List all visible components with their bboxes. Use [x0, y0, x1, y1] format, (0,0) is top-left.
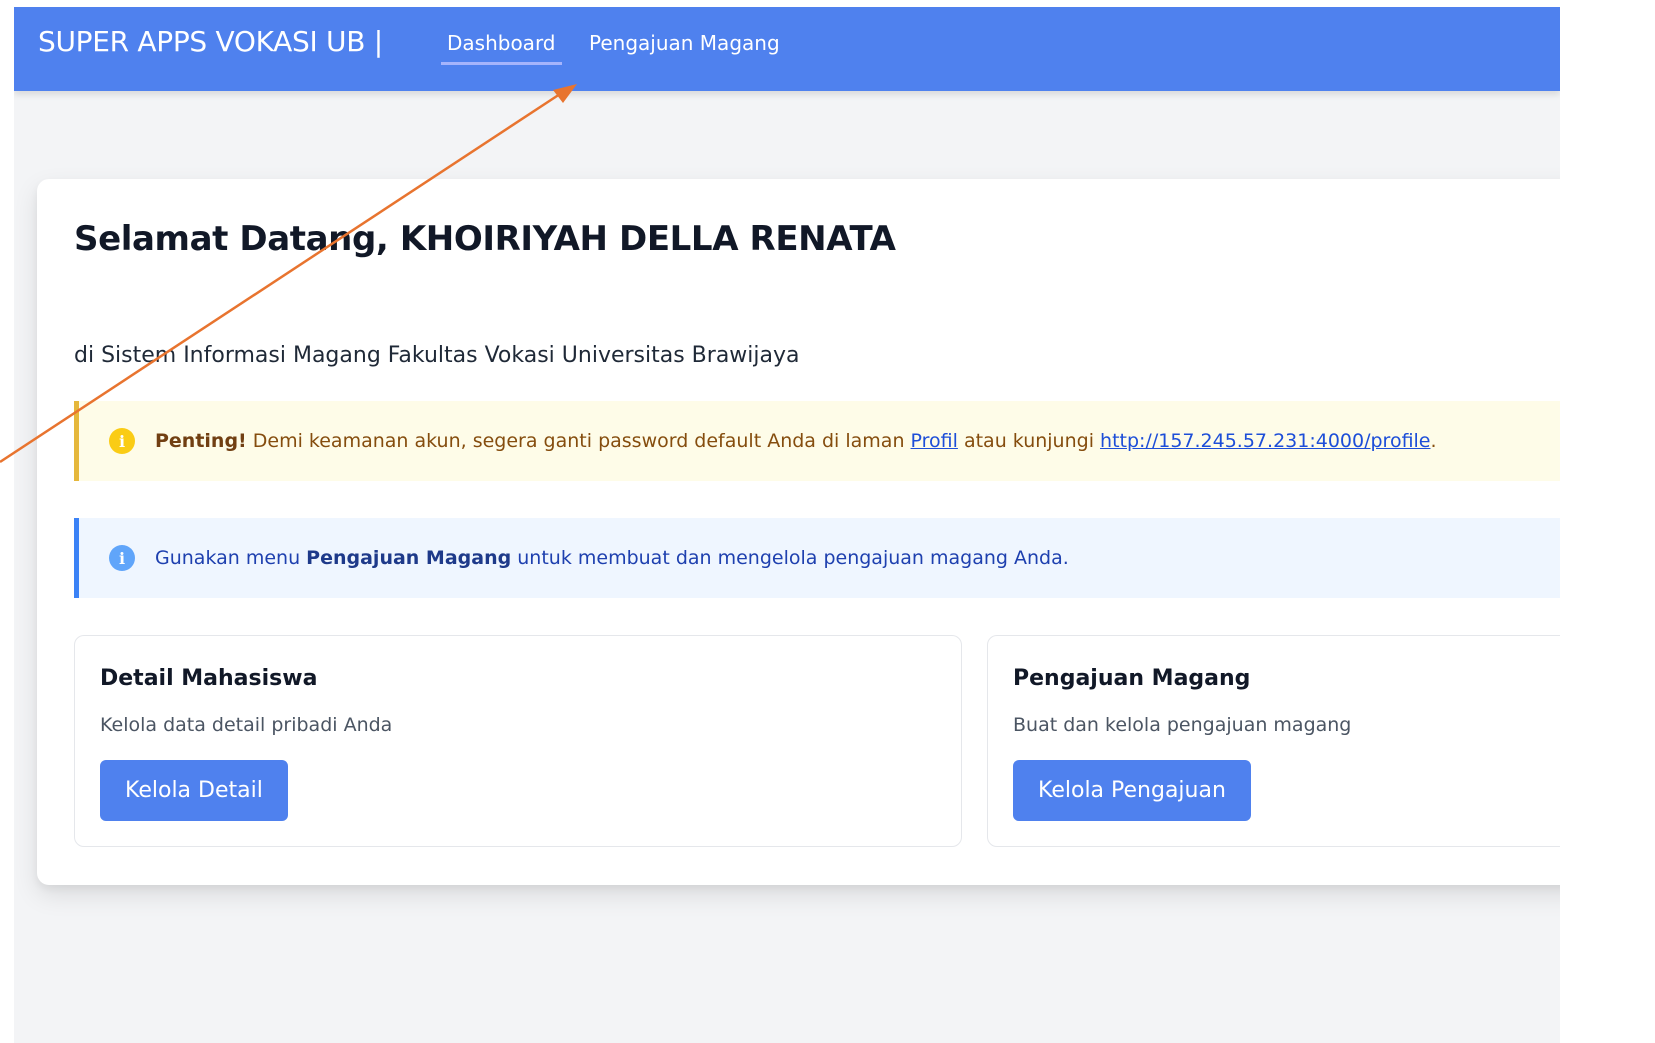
- info-strong: Pengajuan Magang: [306, 547, 512, 569]
- welcome-heading: Selamat Datang, KHOIRIYAH DELLA RENATA: [74, 219, 896, 259]
- nav-dashboard-link[interactable]: Dashboard: [441, 31, 562, 65]
- profile-link[interactable]: Profil: [911, 430, 958, 452]
- detail-mahasiswa-description: Kelola data detail pribadi Anda: [100, 714, 393, 736]
- pengajuan-magang-description: Buat dan kelola pengajuan magang: [1013, 714, 1352, 736]
- warning-text-before: Demi keamanan akun, segera ganti passwor…: [246, 430, 911, 452]
- pengajuan-magang-title: Pengajuan Magang: [1013, 666, 1251, 691]
- password-warning-alert: i Penting! Demi keamanan akun, segera ga…: [74, 401, 1560, 481]
- warning-strong: Penting!: [155, 430, 247, 452]
- top-navbar: SUPER APPS VOKASI UB | Dashboard Pengaju…: [14, 7, 1560, 91]
- warning-info-icon: i: [109, 428, 135, 454]
- warning-text: Penting! Demi keamanan akun, segera gant…: [155, 430, 1437, 452]
- kelola-detail-button[interactable]: Kelola Detail: [100, 760, 288, 821]
- info-text-before: Gunakan menu: [155, 547, 307, 569]
- welcome-card: Selamat Datang, KHOIRIYAH DELLA RENATA d…: [37, 179, 1560, 885]
- warning-text-after: .: [1430, 430, 1437, 452]
- nav-pengajuan-magang-link[interactable]: Pengajuan Magang: [589, 31, 780, 62]
- welcome-subtitle: di Sistem Informasi Magang Fakultas Voka…: [74, 343, 800, 368]
- info-circle-icon: i: [109, 545, 135, 571]
- usage-info-alert: i Gunakan menu Pengajuan Magang untuk me…: [74, 518, 1560, 598]
- brand-title: SUPER APPS VOKASI UB |: [38, 25, 383, 58]
- profile-url-link[interactable]: http://157.245.57.231:4000/profile: [1100, 430, 1430, 452]
- detail-mahasiswa-card: Detail Mahasiswa Kelola data detail prib…: [74, 635, 962, 847]
- app-window: SUPER APPS VOKASI UB | Dashboard Pengaju…: [14, 7, 1560, 1043]
- info-text: Gunakan menu Pengajuan Magang untuk memb…: [155, 547, 1069, 569]
- detail-mahasiswa-title: Detail Mahasiswa: [100, 666, 318, 691]
- info-text-after: untuk membuat dan mengelola pengajuan ma…: [511, 547, 1069, 569]
- pengajuan-magang-card: Pengajuan Magang Buat dan kelola pengaju…: [987, 635, 1560, 847]
- warning-text-middle: atau kunjungi: [957, 430, 1101, 452]
- kelola-pengajuan-button[interactable]: Kelola Pengajuan: [1013, 760, 1251, 821]
